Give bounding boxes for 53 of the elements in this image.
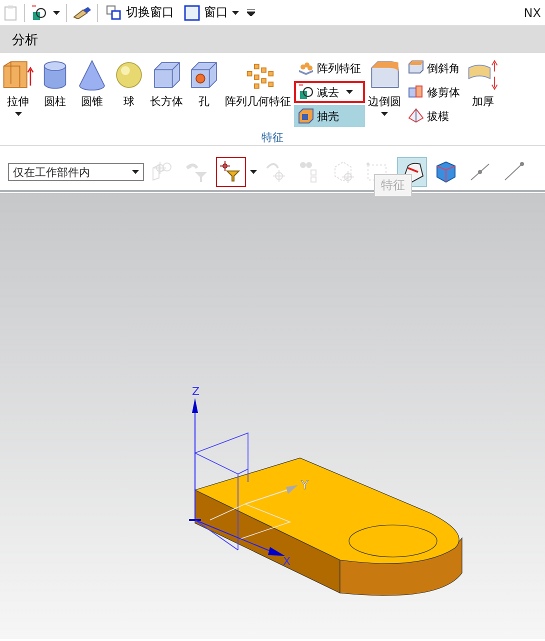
dropdown-arrow-icon bbox=[132, 170, 139, 174]
subtract-icon bbox=[298, 84, 314, 100]
y-axis bbox=[244, 485, 298, 504]
subtract-icon[interactable] bbox=[31, 4, 47, 20]
brush-icon[interactable] bbox=[73, 6, 91, 18]
extrude-icon bbox=[2, 59, 34, 91]
hole-icon bbox=[188, 59, 220, 91]
ribbon-button[interactable]: 球 bbox=[111, 57, 147, 111]
window-menu-button[interactable]: 窗口 bbox=[182, 4, 241, 21]
ribbon-button[interactable]: 阵列特征 bbox=[294, 57, 365, 79]
ribbon-button[interactable]: 加厚 bbox=[465, 57, 501, 111]
ribbon-button[interactable]: 圆柱 bbox=[37, 57, 73, 111]
ribbon-button[interactable]: 长方体 bbox=[148, 57, 185, 111]
tooltip: 特征 bbox=[374, 174, 412, 197]
overflow-icon[interactable] bbox=[247, 9, 255, 16]
windows-icon bbox=[106, 4, 122, 20]
filter-dropdown[interactable]: 仅在工作部件内 bbox=[8, 163, 144, 181]
curved-arrow-crosshair-icon bbox=[264, 160, 288, 184]
ribbon-button[interactable]: 修剪体 bbox=[404, 81, 464, 103]
trim-body-icon bbox=[408, 84, 424, 100]
group-label: 特征 bbox=[262, 131, 284, 144]
axis-label: Y bbox=[301, 478, 308, 492]
ribbon-button[interactable]: 边倒圆 bbox=[366, 57, 403, 118]
chamfer-icon bbox=[408, 60, 424, 76]
sphere-icon bbox=[113, 59, 145, 91]
axis-label: Z bbox=[192, 385, 200, 398]
draft-icon bbox=[408, 108, 424, 124]
ribbon-button[interactable]: 拉伸 bbox=[0, 57, 36, 118]
ribbon-button[interactable]: 倒斜角 bbox=[404, 57, 464, 79]
blend-icon bbox=[368, 59, 400, 91]
caret-icon bbox=[232, 10, 239, 14]
thicken-icon bbox=[467, 59, 499, 91]
ribbon-button[interactable]: 阵列几何特征 bbox=[223, 57, 293, 111]
ribbon-button[interactable]: 孔 bbox=[186, 57, 222, 111]
cone-icon bbox=[76, 59, 108, 91]
axis-label: X bbox=[283, 555, 291, 568]
app-title: NX bbox=[524, 6, 541, 20]
dashed-cube-icon bbox=[332, 160, 356, 184]
switch-window-button[interactable]: 切换窗口 bbox=[104, 4, 176, 21]
ribbon-tab[interactable]: 分析 bbox=[4, 26, 46, 52]
caret-icon bbox=[53, 10, 60, 14]
ribbon-button[interactable]: 圆锥 bbox=[74, 57, 110, 111]
ribbon-button[interactable]: 抽壳 bbox=[294, 105, 365, 127]
pattern-feature-icon bbox=[298, 60, 314, 76]
toolbar-button[interactable] bbox=[216, 157, 246, 187]
cube-icon bbox=[434, 160, 458, 184]
ribbon-button[interactable]: 拔模 bbox=[404, 105, 464, 127]
caret-icon bbox=[250, 170, 257, 174]
crosshair-funnel-icon bbox=[219, 160, 243, 184]
clipboard-icon[interactable] bbox=[4, 4, 18, 20]
shell-icon bbox=[298, 108, 314, 124]
window-icon bbox=[184, 4, 200, 20]
ribbon-button[interactable]: 减去 bbox=[294, 81, 365, 103]
